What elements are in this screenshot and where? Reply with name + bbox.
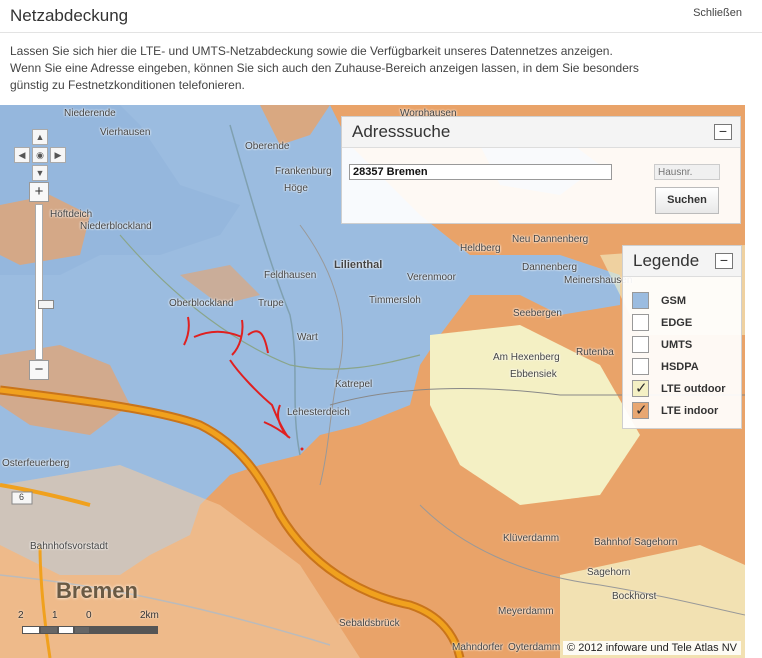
legend-checkbox[interactable] xyxy=(632,314,649,331)
legend-checkbox[interactable]: ✓ xyxy=(632,402,649,419)
scale-bar: 2 1 0 2km xyxy=(16,610,166,640)
map-label: Trupe xyxy=(258,298,284,309)
motorway-shield: 6 xyxy=(19,492,25,502)
intro-line: Lassen Sie sich hier die LTE- und UMTS-N… xyxy=(10,44,613,58)
legend-item-umts[interactable]: UMTS xyxy=(632,336,742,354)
map-label: Seebergen xyxy=(513,308,562,319)
map-label: Ebbensiek xyxy=(510,369,557,380)
map-label: Niederende xyxy=(64,108,116,119)
map-label: Lilienthal xyxy=(334,259,383,271)
map-label: Sebaldsbrück xyxy=(339,618,400,629)
legend-item-hsdpa[interactable]: HSDPA xyxy=(632,358,742,376)
dialog-title: Netzabdeckung xyxy=(10,6,129,25)
address-search-collapse-button[interactable]: − xyxy=(714,124,732,140)
pan-left-icon[interactable]: ◀ xyxy=(14,147,30,163)
legend-checkbox[interactable] xyxy=(632,336,649,353)
legend-label: LTE outdoor xyxy=(661,383,726,395)
map-label: Bahnhof Sagehorn xyxy=(594,537,678,548)
scale-label: 0 xyxy=(86,610,92,621)
map-label: Klüverdamm xyxy=(503,533,560,544)
address-search-header: Adresssuche − xyxy=(342,117,740,148)
legend-collapse-button[interactable]: − xyxy=(715,253,733,269)
house-number-input[interactable] xyxy=(654,164,720,180)
legend-label: HSDPA xyxy=(661,361,699,373)
map-copyright: © 2012 infoware und Tele Atlas NV xyxy=(563,641,741,655)
legend-label: GSM xyxy=(661,295,687,307)
map-label: Osterfeuerberg xyxy=(2,458,70,469)
zoom-control: + − xyxy=(29,182,54,382)
map-label: Lehesterdeich xyxy=(287,407,350,418)
legend-item-lte-outdoor[interactable]: ✓ LTE outdoor xyxy=(632,380,742,398)
map-label: Feldhausen xyxy=(264,270,317,281)
legend-label: LTE indoor xyxy=(661,405,719,417)
search-button[interactable]: Suchen xyxy=(655,187,719,214)
map-label: Oberende xyxy=(245,141,290,152)
legend-label: EDGE xyxy=(661,317,693,329)
address-search-panel: Adresssuche − Suchen xyxy=(341,116,741,224)
map-label: Heldberg xyxy=(460,243,501,254)
map-label: Frankenburg xyxy=(275,166,332,177)
map-label: Bockhorst xyxy=(612,591,657,602)
zoom-out-button[interactable]: − xyxy=(29,360,49,380)
zoom-in-button[interactable]: + xyxy=(29,182,49,202)
close-link[interactable]: Schließen xyxy=(693,7,742,19)
pan-center-icon[interactable]: ◉ xyxy=(32,147,48,163)
map-label: Dannenberg xyxy=(522,262,578,273)
map-label: Rutenba xyxy=(576,347,614,358)
map-label: Am Hexenberg xyxy=(493,352,560,363)
map-label: Bahnhofsvorstadt xyxy=(30,541,108,552)
intro-line: günstig zu Festnetzkonditionen telefonie… xyxy=(10,78,245,92)
legend-checkbox[interactable] xyxy=(632,358,649,375)
dialog-header: Netzabdeckung Schließen xyxy=(0,0,762,33)
scale-label: 2 xyxy=(18,610,24,621)
scale-segment xyxy=(90,626,158,634)
legend-item-gsm[interactable]: GSM xyxy=(632,292,742,310)
legend-label: UMTS xyxy=(661,339,693,351)
scale-segment xyxy=(74,626,90,634)
right-margin xyxy=(745,105,762,658)
intro-text: Lassen Sie sich hier die LTE- und UMTS-N… xyxy=(10,43,750,94)
zoom-slider[interactable] xyxy=(35,204,54,360)
legend-item-edge[interactable]: EDGE xyxy=(632,314,742,332)
map-label: Wart xyxy=(297,332,318,343)
map-label: Meyerdamm xyxy=(498,606,554,617)
map-label: Sagehorn xyxy=(587,567,631,578)
pan-right-icon[interactable]: ▶ xyxy=(50,147,66,163)
legend-item-lte-indoor[interactable]: ✓ LTE indoor xyxy=(632,402,742,420)
map-label: Höftdeich xyxy=(50,209,93,220)
zoom-slider-handle[interactable] xyxy=(38,300,54,309)
address-search-title: Adresssuche xyxy=(352,122,451,141)
map-label: Niederblockland xyxy=(80,221,152,232)
scale-label: 2km xyxy=(140,610,159,621)
scale-segment xyxy=(22,626,40,634)
map-label: Oyterdamm xyxy=(508,642,561,653)
map-label: Höge xyxy=(284,183,308,194)
pan-down-icon[interactable]: ▼ xyxy=(32,165,48,181)
pan-control: ▲ ◀ ◉ ▶ ▼ xyxy=(14,129,66,181)
legend-header: Legende − xyxy=(623,246,741,277)
map-label: Oberblockland xyxy=(169,298,234,309)
scale-segment xyxy=(40,626,58,634)
checkmark-icon: ✓ xyxy=(635,380,648,397)
intro-line: Wenn Sie eine Adresse eingeben, können S… xyxy=(10,61,639,75)
map-label: Katrepel xyxy=(335,379,373,390)
legend-checkbox[interactable] xyxy=(632,292,649,309)
legend-panel: Legende − GSM EDGE UMTS HSDPA ✓ LTE outd… xyxy=(622,245,742,429)
map-city-label: Bremen xyxy=(56,578,138,603)
scale-segment xyxy=(58,626,74,634)
scale-label: 1 xyxy=(52,610,58,621)
map-label: Timmersloh xyxy=(369,295,421,306)
checkmark-icon: ✓ xyxy=(635,402,648,419)
pan-up-icon[interactable]: ▲ xyxy=(32,129,48,145)
map-label: Verenmoor xyxy=(407,272,456,283)
legend-checkbox[interactable]: ✓ xyxy=(632,380,649,397)
legend-title: Legende xyxy=(633,251,700,270)
map-label: Vierhausen xyxy=(100,127,151,138)
street-input[interactable] xyxy=(349,164,612,180)
map-label: Neu Dannenberg xyxy=(512,234,589,245)
map-label: Mahndorfer xyxy=(452,642,504,653)
